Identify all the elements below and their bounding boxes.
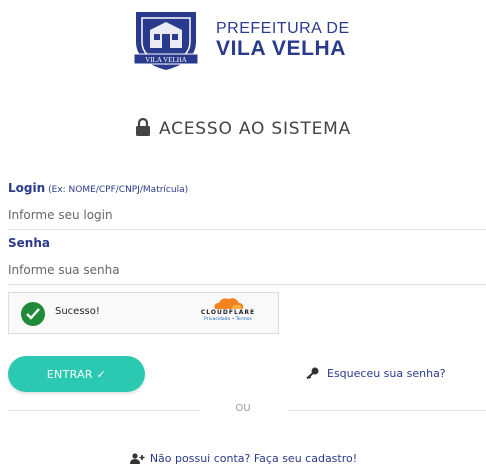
signup-link[interactable]: Não possui conta? Faça seu cadastro!	[0, 452, 486, 465]
login-label-text: Login	[8, 181, 46, 195]
city-crest-logo: VILA VELHA	[128, 8, 204, 74]
password-label: Senha	[8, 236, 50, 250]
or-separator: OU	[235, 403, 251, 414]
password-label-text: Senha	[8, 236, 50, 250]
brand-wordmark: PREFEITURA DE VILA VELHA	[216, 20, 350, 60]
password-input[interactable]	[8, 256, 486, 285]
crest-ribbon-text: VILA VELHA	[145, 56, 187, 64]
page-title-text: ACESSO AO SISTEMA	[158, 119, 352, 139]
captcha-status: Sucesso!	[55, 306, 100, 317]
add-user-icon	[129, 453, 145, 464]
login-label: Login (Ex: NOME/CPF/CNPJ/Matrícula)	[8, 181, 188, 195]
captcha-widget[interactable]: Sucesso! CLOUDFLARE Privacidade • Termos	[8, 292, 279, 334]
captcha-links[interactable]: Privacidade • Termos	[188, 317, 268, 323]
check-icon	[21, 302, 45, 326]
cloudflare-logo: CLOUDFLARE Privacidade • Termos	[188, 297, 268, 323]
signup-text: Não possui conta? Faça seu cadastro!	[149, 452, 358, 465]
captcha-provider: CLOUDFLARE	[200, 309, 256, 316]
key-icon	[306, 367, 319, 380]
forgot-password-link[interactable]: Esqueceu sua senha?	[306, 367, 446, 380]
forgot-password-text: Esqueceu sua senha?	[327, 367, 446, 380]
enter-button[interactable]: ENTRAR ✓	[8, 356, 145, 392]
lock-icon	[135, 117, 151, 140]
page-title: ACESSO AO SISTEMA	[0, 117, 486, 140]
brand-line-1: PREFEITURA DE	[216, 20, 350, 37]
login-hint: (Ex: NOME/CPF/CNPJ/Matrícula)	[48, 185, 189, 195]
login-input[interactable]	[8, 201, 486, 230]
brand-line-2: VILA VELHA	[216, 37, 347, 60]
